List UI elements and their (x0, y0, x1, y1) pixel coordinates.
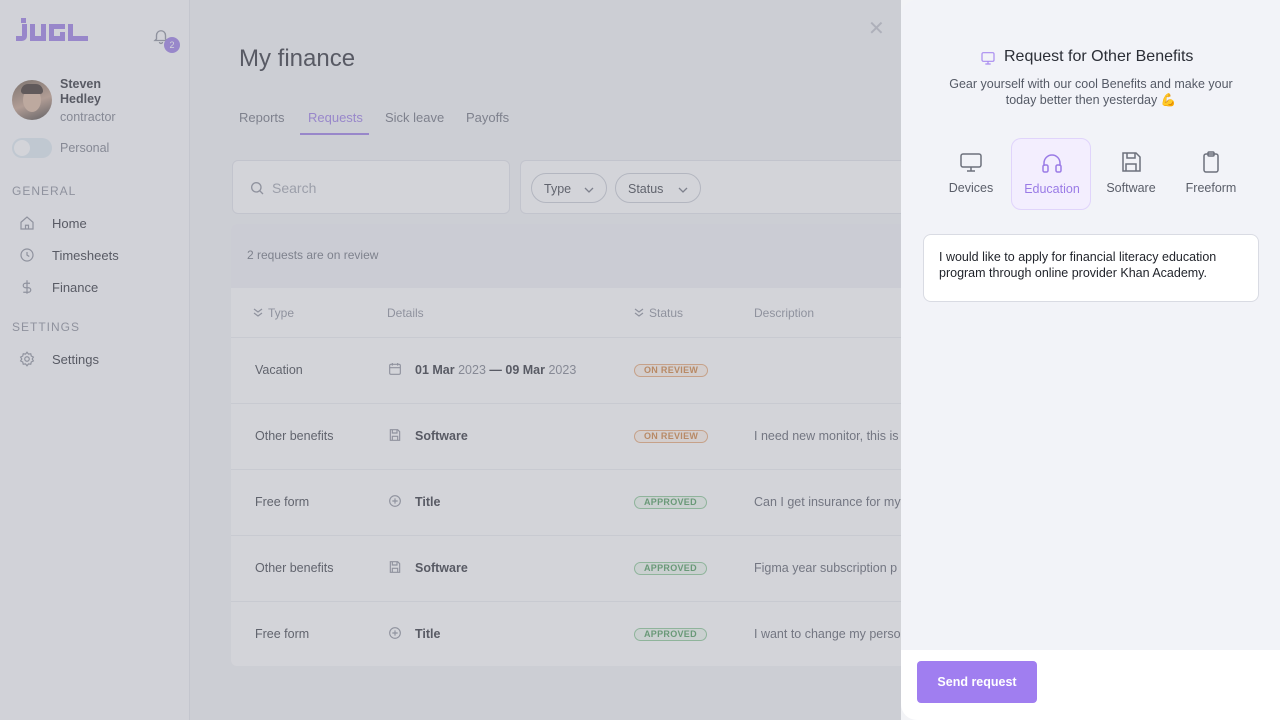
option-label: Devices (948, 181, 994, 195)
monitor-icon (980, 50, 996, 66)
panel-footer: Send request (901, 650, 1280, 720)
option-education[interactable]: Education (1011, 138, 1091, 210)
option-label: Education (1024, 182, 1080, 196)
monitor-icon (959, 150, 983, 174)
clipboard-icon (1199, 150, 1223, 174)
send-request-button[interactable]: Send request (917, 661, 1037, 703)
option-software[interactable]: Software (1091, 138, 1171, 210)
headphones-icon (1040, 151, 1064, 175)
panel-subtitle: Gear yourself with our cool Benefits and… (949, 77, 1233, 107)
modal-backdrop[interactable] (0, 0, 901, 720)
option-devices[interactable]: Devices (931, 138, 1011, 210)
request-text-field[interactable]: I would like to apply for financial lite… (923, 234, 1259, 302)
panel-title: Request for Other Benefits (1004, 48, 1194, 65)
request-benefits-panel: Request for Other Benefits Gear yourself… (901, 0, 1280, 720)
option-label: Software (1106, 181, 1156, 195)
option-freeform[interactable]: Freeform (1171, 138, 1251, 210)
option-label: Freeform (1185, 181, 1237, 195)
floppy-icon (1119, 150, 1143, 174)
